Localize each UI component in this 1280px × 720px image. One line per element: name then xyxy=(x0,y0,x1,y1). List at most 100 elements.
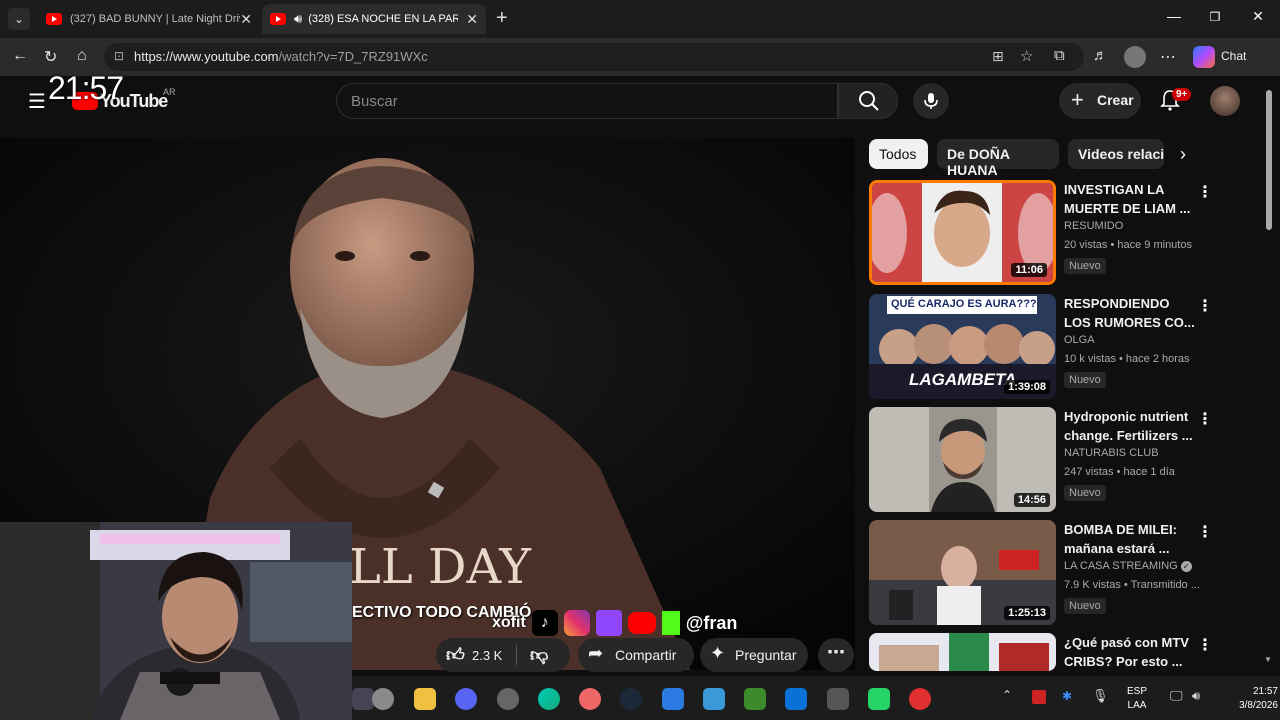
video-meta: 20 vistas • hace 9 minutos xyxy=(1064,239,1192,251)
thumbs-up-icon[interactable]: 👍︎ xyxy=(446,644,465,666)
video-title[interactable]: BOMBA DE MILEI: mañana estará ... xyxy=(1064,520,1199,558)
chat-label[interactable]: Chat xyxy=(1221,49,1246,63)
tray-app-icon[interactable] xyxy=(1032,690,1046,704)
settings-app-icon[interactable] xyxy=(497,688,519,710)
thumbs-down-icon[interactable]: 👎︎ xyxy=(530,644,548,666)
channel-name[interactable]: OLGA xyxy=(1064,334,1095,346)
chip-videos-relacionados[interactable]: Videos relaci xyxy=(1068,139,1164,169)
recorder-icon[interactable] xyxy=(909,688,931,710)
create-label: Crear xyxy=(1097,92,1134,108)
notification-badge: 9+ xyxy=(1172,88,1192,101)
create-button[interactable]: + Crear xyxy=(1059,83,1141,119)
language-indicator[interactable]: ESP LAA xyxy=(1127,685,1147,713)
channel-name[interactable]: RESUMIDO xyxy=(1064,220,1123,232)
search-input[interactable]: Buscar xyxy=(336,83,838,119)
tab-title: (328) ESA NOCHE EN LA PARA xyxy=(308,13,459,25)
tab-close-icon[interactable]: ✕ xyxy=(240,11,252,28)
scroll-down-arrow-icon[interactable]: ▼ xyxy=(1264,655,1272,664)
xbox-icon[interactable] xyxy=(827,688,849,710)
more-vertical-icon[interactable]: ⋮ xyxy=(1197,182,1213,202)
app-available-icon[interactable]: ⊞ xyxy=(992,48,1004,65)
divider xyxy=(516,645,517,665)
network-icon[interactable]: 🖵︎ xyxy=(1170,688,1183,704)
tab-esa-noche[interactable]: 🔊︎ (328) ESA NOCHE EN LA PARA ✕ xyxy=(262,4,486,34)
whatsapp-icon[interactable] xyxy=(868,688,890,710)
more-vertical-icon[interactable]: ⋮ xyxy=(1197,635,1213,655)
more-vertical-icon[interactable]: ⋮ xyxy=(1197,522,1213,542)
chips-next-chevron-icon[interactable]: › xyxy=(1180,144,1186,165)
volume-icon[interactable]: 🔊︎ xyxy=(1192,688,1200,704)
profile-icon[interactable] xyxy=(1124,46,1146,68)
back-arrow-icon[interactable]: ← xyxy=(12,47,28,65)
video-title[interactable]: Hydroponic nutrient change. Fertilizers … xyxy=(1064,407,1199,445)
tab-actions-chevron-icon[interactable]: ⌄ xyxy=(8,8,30,30)
video-thumbnail[interactable]: 1:25:13 xyxy=(869,520,1056,625)
video-title[interactable]: INVESTIGAN LA MUERTE DE LIAM ... xyxy=(1064,180,1199,218)
hamburger-menu-icon[interactable]: ☰ xyxy=(28,89,46,114)
edge-icon[interactable] xyxy=(538,688,560,710)
more-actions-button[interactable]: ⋯ xyxy=(818,638,854,672)
search-button[interactable] xyxy=(838,83,898,119)
restore-icon[interactable]: ❐ xyxy=(1205,10,1225,24)
plus-icon: + xyxy=(1071,87,1084,112)
steam-icon[interactable] xyxy=(620,688,642,710)
like-count[interactable]: 2.3 K xyxy=(472,648,502,663)
tab-bad-bunny[interactable]: (327) BAD BUNNY | Late Night Driv ✕ xyxy=(38,4,260,34)
home-icon[interactable]: ⌂ xyxy=(77,47,87,65)
video-thumbnail[interactable]: 11:06 xyxy=(869,180,1056,285)
video-thumbnail[interactable] xyxy=(869,633,1056,671)
copilot-icon[interactable] xyxy=(1193,46,1215,68)
tray-chevron-up-icon[interactable]: ⌃ xyxy=(1002,688,1012,702)
speaker-icon[interactable]: 🔊︎ xyxy=(294,11,302,27)
recommended-video-4[interactable]: 1:25:13 BOMBA DE MILEI: mañana estará ..… xyxy=(869,520,1264,628)
channel-name[interactable]: NATURABIS CLUB xyxy=(1064,447,1159,459)
recommended-video-1[interactable]: 11:06 INVESTIGAN LA MUERTE DE LIAM ... R… xyxy=(869,180,1264,288)
feed-icon[interactable] xyxy=(744,688,766,710)
minimize-icon[interactable]: — xyxy=(1164,8,1184,24)
page-scrollbar[interactable] xyxy=(1266,90,1272,230)
collections-icon[interactable]: ♬ xyxy=(1093,47,1108,64)
file-explorer-icon[interactable] xyxy=(414,688,436,710)
duration: 1:39:08 xyxy=(1004,380,1050,394)
photos-icon[interactable] xyxy=(703,688,725,710)
share-button[interactable]: ➦ Compartir xyxy=(578,638,694,672)
meta-icon[interactable] xyxy=(785,688,807,710)
new-tab-plus-icon[interactable]: + xyxy=(496,7,508,30)
store-icon[interactable] xyxy=(662,688,684,710)
tab-close-icon[interactable]: ✕ xyxy=(466,11,478,28)
extensions-icon[interactable]: ⧉ xyxy=(1054,47,1065,64)
more-options-icon[interactable]: ⋯ xyxy=(1160,47,1176,67)
video-thumbnail[interactable]: 14:56 xyxy=(869,407,1056,512)
chip-todos[interactable]: Todos xyxy=(869,139,928,169)
taskbar-app-icon[interactable] xyxy=(372,688,394,710)
chip-de-dona-huana[interactable]: De DOÑA HUANA xyxy=(937,139,1059,178)
recommended-video-2[interactable]: QUÉ CARAJO ES AURA??? LAGAMBETA 1:39:08 … xyxy=(869,294,1264,402)
more-vertical-icon[interactable]: ⋮ xyxy=(1197,409,1213,429)
favorite-star-icon[interactable]: ☆ xyxy=(1020,47,1033,65)
bluetooth-icon[interactable]: ✱ xyxy=(1062,689,1072,703)
url-field[interactable]: ⊡ https://www.youtube.com/watch?v=7D_7RZ… xyxy=(104,43,1084,71)
tray-mic-icon[interactable]: 🎙︎ xyxy=(1092,688,1109,704)
taskbar-clock[interactable]: 21:57 3/8/2026 xyxy=(1232,685,1278,713)
discord-icon[interactable] xyxy=(455,688,477,710)
window-close-icon[interactable]: ✕ xyxy=(1248,8,1268,25)
channel-name[interactable]: LA CASA STREAMING ✓ xyxy=(1064,560,1192,572)
thumbnail-logo-text: LAGAMBETA xyxy=(909,370,1017,389)
recommended-video-5[interactable]: ¿Qué pasó con MTV CRIBS? Por esto ... ⋮ xyxy=(869,633,1264,671)
new-badge: Nuevo xyxy=(1064,258,1106,274)
voice-search-button[interactable] xyxy=(913,83,949,119)
fl-studio-icon[interactable] xyxy=(579,688,601,710)
video-thumbnail[interactable]: QUÉ CARAJO ES AURA??? LAGAMBETA 1:39:08 xyxy=(869,294,1056,399)
video-meta: 247 vistas • hace 1 día xyxy=(1064,466,1175,478)
thumbnail-caption: QUÉ CARAJO ES AURA??? xyxy=(891,298,1037,310)
ask-button[interactable]: ✦ Preguntar xyxy=(700,638,808,672)
duration: 14:56 xyxy=(1013,493,1050,507)
more-vertical-icon[interactable]: ⋮ xyxy=(1197,296,1213,316)
taskbar-app-icon[interactable] xyxy=(352,688,374,710)
recommended-video-3[interactable]: 14:56 Hydroponic nutrient change. Fertil… xyxy=(869,407,1264,515)
refresh-icon[interactable]: ↻ xyxy=(44,47,57,67)
video-title[interactable]: RESPONDIENDO LOS RUMORES CO... xyxy=(1064,294,1199,332)
video-title[interactable]: ¿Qué pasó con MTV CRIBS? Por esto ... xyxy=(1064,633,1199,671)
site-info-icon[interactable]: ⊡ xyxy=(114,49,124,63)
account-avatar[interactable] xyxy=(1210,86,1240,116)
